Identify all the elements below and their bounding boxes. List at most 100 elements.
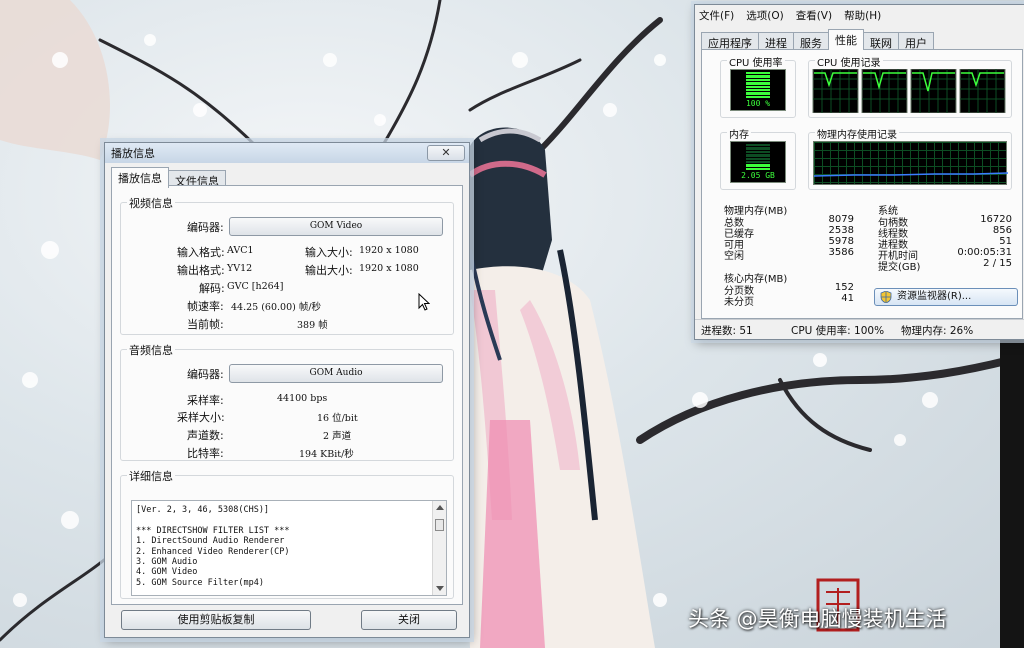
playback-info-panel: 视频信息 编码器: GOM Video 输入格式: AVC1 输入大小: 192… (111, 185, 463, 605)
resource-monitor-label: 资源监视器(R)... (897, 291, 972, 302)
scroll-up-icon[interactable] (436, 505, 444, 510)
input-size-label: 输入大小: (305, 246, 353, 259)
cpu-usage-group: CPU 使用率 100 % (720, 54, 796, 118)
cpu-usage-title: CPU 使用率 (727, 54, 785, 69)
physical-memory-stats: 物理内存(MB) 总数 8079 已缓存 2538 可用 5978 空闲 3586 (724, 202, 854, 268)
framerate-value: 44.25 (60.00) 帧/秒 (231, 302, 322, 313)
system-stats: 系统 句柄数 16720 线程数 856 进程数 51 开机时间 0:00:05:31 … (878, 202, 1012, 273)
scroll-down-icon[interactable] (436, 586, 444, 591)
meter-bar (746, 78, 770, 82)
tab-performance[interactable]: 性能 (828, 29, 864, 50)
cpu-usage-meter: 100 % (730, 69, 786, 111)
output-format-label: 输出格式: (177, 264, 225, 277)
tab-processes[interactable]: 进程 (758, 32, 794, 50)
performance-panel: CPU 使用率 100 % CPU 使用记录 内存 2.05 GB 物理内存使用… (701, 49, 1023, 319)
playback-title-bar[interactable]: 播放信息 (105, 143, 469, 163)
tab-playback-info[interactable]: 播放信息 (111, 167, 169, 188)
menu-help[interactable]: 帮助(H) (844, 8, 881, 23)
memory-meter: 2.05 GB (730, 141, 786, 183)
memory-title: 内存 (727, 126, 751, 141)
memory-value: 2.05 GB (741, 171, 775, 180)
video-info-title: 视频信息 (127, 195, 175, 211)
resource-monitor-button[interactable]: 资源监视器(R)... (874, 288, 1018, 306)
menu-file[interactable]: 文件(F) (699, 8, 734, 23)
audio-info-group: 音频信息 编码器: GOM Audio 采样率: 44100 bps 采样大小:… (120, 342, 454, 461)
cpu-history-title: CPU 使用记录 (815, 54, 883, 69)
meter-bar (746, 154, 770, 157)
audio-codec-button[interactable]: GOM Audio (229, 364, 443, 383)
cpu-core-graph (812, 69, 859, 113)
input-format-label: 输入格式: (177, 246, 225, 259)
tab-applications[interactable]: 应用程序 (701, 32, 759, 50)
sample-size-value: 16 位/bit (317, 413, 358, 424)
detail-line: 2. Enhanced Video Renderer(CP) (136, 546, 290, 557)
window-title: 播放信息 (111, 147, 155, 160)
stat-value: 16720 (980, 214, 1012, 225)
status-cpu: CPU 使用率: 100% (791, 325, 885, 337)
memory-history-group: 物理内存使用记录 (808, 126, 1012, 190)
bitrate-label: 比特率: (187, 447, 224, 460)
letterbox-strip (1000, 340, 1024, 648)
meter-bar (746, 150, 770, 154)
bitrate-value: 194 KBit/秒 (299, 449, 354, 460)
cpu-core-graph (910, 69, 957, 113)
output-size-label: 输出大小: (305, 264, 353, 277)
kernel-memory-stats: 核心内存(MB) 分页数 152 未分页 41 (724, 270, 854, 308)
close-window-button[interactable]: ✕ (427, 145, 465, 161)
cpu-usage-value: 100 % (745, 99, 771, 108)
meter-bar (746, 144, 770, 147)
meter-bar (746, 95, 770, 98)
tab-networking[interactable]: 联网 (863, 32, 899, 50)
stat-key: 未分页 (724, 297, 754, 308)
meter-bar (746, 75, 770, 78)
video-codec-button[interactable]: GOM Video (229, 217, 443, 236)
stat-value: 0:00:05:31 (957, 247, 1012, 258)
taskmgr-tabs: 应用程序 进程 服务 性能 联网 用户 (695, 27, 1024, 50)
stat-value: 2538 (828, 225, 854, 236)
stat-key: 提交(GB) (878, 262, 921, 273)
channels-value: 2 声道 (323, 431, 352, 442)
close-icon: ✕ (441, 146, 451, 159)
meter-bar (746, 157, 770, 160)
mouse-pointer-icon (418, 293, 430, 311)
audio-codec-label: 编码器: (187, 368, 224, 381)
decode-value: GVC [h264] (227, 281, 284, 292)
task-manager-window: 文件(F) 选项(O) 查看(V) 帮助(H) 应用程序 进程 服务 性能 联网… (694, 4, 1024, 340)
menu-bar: 文件(F) 选项(O) 查看(V) 帮助(H) (695, 5, 1024, 25)
stat-key: 空闲 (724, 251, 744, 262)
stat-value: 5978 (828, 236, 854, 247)
framerate-label: 帧速率: (187, 300, 224, 313)
shield-icon (880, 291, 892, 303)
meter-bar (746, 82, 770, 85)
sample-size-label: 采样大小: (177, 411, 225, 424)
memory-history-graph (813, 141, 1008, 185)
sample-rate-label: 采样率: (187, 394, 224, 407)
stat-value: 3586 (828, 247, 854, 258)
output-format-value: YV12 (227, 263, 253, 274)
input-format-value: AVC1 (227, 245, 254, 256)
meter-bar (746, 92, 770, 95)
menu-view[interactable]: 查看(V) (796, 8, 832, 23)
meter-bar (746, 72, 770, 75)
detail-scrollbar[interactable] (432, 501, 446, 595)
close-button[interactable]: 关闭 (361, 610, 457, 630)
channels-label: 声道数: (187, 429, 224, 442)
sample-rate-value: 44100 bps (277, 393, 328, 404)
stat-value: 8079 (828, 214, 854, 225)
detail-line: *** DIRECTSHOW FILTER LIST *** (136, 525, 290, 536)
input-size-value: 1920 x 1080 (359, 245, 419, 256)
detail-text-area[interactable]: [Ver. 2, 3, 46, 5308(CHS)] *** DIRECTSHO… (131, 500, 447, 596)
status-memory: 物理内存: 26% (901, 325, 974, 337)
tab-services[interactable]: 服务 (793, 32, 829, 50)
playback-info-window: 播放信息 ✕ 播放信息 文件信息 视频信息 编码器: GOM Video 输入格… (104, 142, 470, 638)
copy-to-clipboard-button[interactable]: 使用剪贴板复制 (121, 610, 311, 630)
scroll-thumb[interactable] (435, 519, 444, 531)
detail-line (132, 515, 446, 525)
watermark-text: 头条 @昊衡电脑慢装机生活 (688, 607, 947, 631)
tab-users[interactable]: 用户 (898, 32, 934, 50)
cpu-history-group: CPU 使用记录 (808, 54, 1012, 118)
menu-options[interactable]: 选项(O) (746, 8, 783, 23)
detail-line: 1. DirectSound Audio Renderer (136, 536, 285, 547)
detail-line: 5. GOM Source Filter(mp4) (136, 577, 264, 588)
memory-history-line (814, 172, 1008, 177)
